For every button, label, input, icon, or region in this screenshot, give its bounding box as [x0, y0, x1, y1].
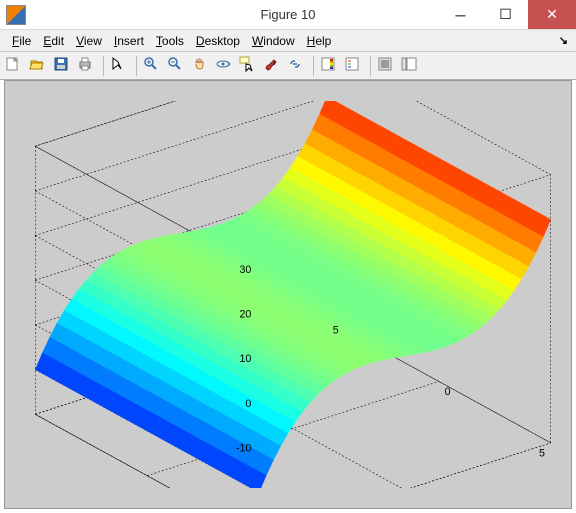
menu-file[interactable]: File: [6, 32, 37, 50]
axes-3d[interactable]: -30-20-100102030-505-505: [35, 101, 551, 488]
toolbar-separator: [136, 56, 137, 76]
matlab-figure-icon: [6, 5, 26, 25]
svg-text:0: 0: [245, 398, 251, 410]
rotate-3d-button[interactable]: [214, 55, 236, 77]
menu-edit[interactable]: Edit: [37, 32, 70, 50]
colorbar-button[interactable]: [319, 55, 341, 77]
dock-icon[interactable]: ↘: [559, 34, 570, 47]
legend-button[interactable]: [343, 55, 365, 77]
edit-plot-button[interactable]: [109, 55, 131, 77]
svg-text:-10: -10: [236, 443, 251, 455]
hide-plot-tools-button[interactable]: [376, 55, 398, 77]
svg-text:5: 5: [539, 447, 545, 459]
svg-text:-20: -20: [236, 487, 251, 488]
close-button[interactable]: ✕: [528, 0, 576, 29]
save-button[interactable]: [52, 55, 74, 77]
menu-insert[interactable]: Insert: [108, 32, 150, 50]
window-buttons: ─ ☐ ✕: [438, 0, 576, 29]
menu-bar: File Edit View Insert Tools Desktop Wind…: [0, 30, 576, 52]
menu-desktop[interactable]: Desktop: [190, 32, 246, 50]
data-cursor-button[interactable]: [238, 55, 260, 77]
toolbar-separator: [313, 56, 314, 76]
svg-text:5: 5: [333, 325, 339, 337]
svg-text:10: 10: [239, 353, 251, 365]
open-button[interactable]: [28, 55, 50, 77]
menu-tools[interactable]: Tools: [150, 32, 190, 50]
menu-help[interactable]: Help: [301, 32, 338, 50]
zoom-out-button[interactable]: [166, 55, 188, 77]
toolbar-separator: [103, 56, 104, 76]
new-figure-button[interactable]: [4, 55, 26, 77]
zoom-in-button[interactable]: [142, 55, 164, 77]
link-button[interactable]: [286, 55, 308, 77]
figure-canvas[interactable]: -30-20-100102030-505-505: [4, 80, 572, 509]
show-plot-tools-button[interactable]: [400, 55, 422, 77]
print-button[interactable]: [76, 55, 98, 77]
menu-view[interactable]: View: [70, 32, 108, 50]
toolbar-separator: [370, 56, 371, 76]
svg-text:30: 30: [239, 264, 251, 276]
pan-button[interactable]: [190, 55, 212, 77]
window-titlebar: Figure 10 ─ ☐ ✕: [0, 0, 576, 30]
surface-plot-svg: -30-20-100102030-505-505: [35, 101, 551, 488]
figure-toolbar: [0, 52, 576, 80]
svg-text:0: 0: [445, 386, 451, 398]
minimize-button[interactable]: ─: [438, 0, 483, 29]
brush-button[interactable]: [262, 55, 284, 77]
menu-window[interactable]: Window: [246, 32, 301, 50]
svg-text:20: 20: [239, 309, 251, 321]
maximize-button[interactable]: ☐: [483, 0, 528, 29]
